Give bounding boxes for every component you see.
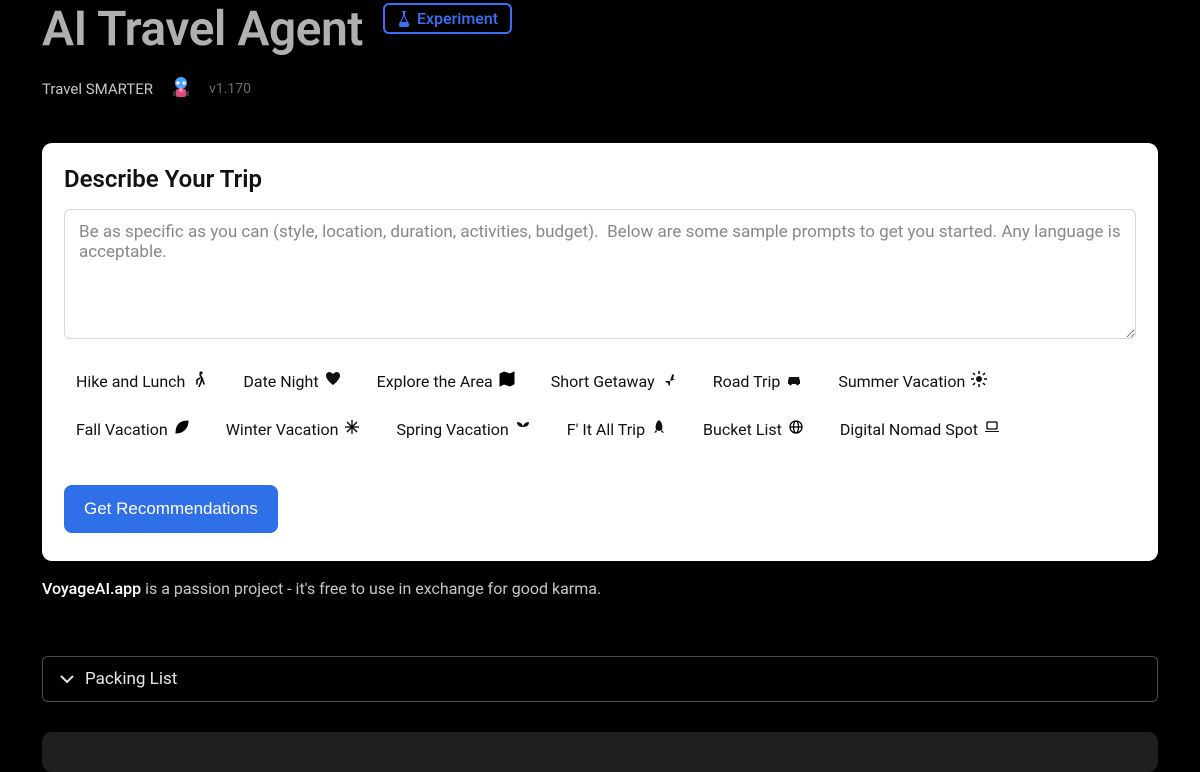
chevron-down-icon [59, 671, 75, 687]
prompt-leaf[interactable]: Fall Vacation [76, 419, 190, 439]
experiment-badge-label: Experiment [417, 9, 498, 28]
next-section-card [42, 732, 1158, 772]
prompt-map[interactable]: Explore the Area [377, 371, 515, 391]
trip-description-input[interactable] [64, 209, 1136, 339]
prompt-label: F' It All Trip [567, 420, 645, 439]
tagline: Travel SMARTER [42, 80, 153, 98]
prompt-label: Hike and Lunch [76, 372, 185, 391]
sun-icon [971, 371, 987, 391]
prompt-car[interactable]: Road Trip [713, 371, 803, 391]
heart-icon [325, 371, 341, 391]
prompt-heart[interactable]: Date Night [243, 371, 340, 391]
footer-rest: is a passion project - it's free to use … [141, 579, 601, 598]
prompt-label: Bucket List [703, 420, 782, 439]
prompt-snowflake[interactable]: Winter Vacation [226, 419, 361, 439]
prompt-globe[interactable]: Bucket List [703, 419, 804, 439]
seedling-icon [515, 419, 531, 439]
prompt-label: Date Night [243, 372, 318, 391]
experiment-badge[interactable]: Experiment [383, 3, 512, 34]
rocket-icon [651, 419, 667, 439]
get-recommendations-button[interactable]: Get Recommendations [64, 485, 278, 533]
sample-prompts: Hike and Lunch Date Night Explore the Area… [64, 371, 1136, 439]
snowflake-icon [344, 419, 360, 439]
footer-brand: VoyageAI.app [42, 579, 141, 598]
robot-icon [167, 75, 195, 103]
prompt-rocket[interactable]: F' It All Trip [567, 419, 667, 439]
hiking-icon [191, 371, 207, 391]
prompt-label: Summer Vacation [838, 372, 965, 391]
plane-icon [661, 371, 677, 391]
prompt-label: Digital Nomad Spot [840, 420, 978, 439]
prompt-label: Fall Vacation [76, 420, 168, 439]
footer-note: VoyageAI.app is a passion project - it's… [42, 579, 1158, 598]
prompt-seedling[interactable]: Spring Vacation [396, 419, 530, 439]
prompt-label: Road Trip [713, 372, 781, 391]
prompt-label: Spring Vacation [396, 420, 508, 439]
map-icon [499, 371, 515, 391]
prompt-hiking[interactable]: Hike and Lunch [76, 371, 207, 391]
leaf-icon [174, 419, 190, 439]
version-label: v1.170 [209, 81, 251, 97]
packing-list-accordion[interactable]: Packing List [42, 656, 1158, 702]
prompt-laptop[interactable]: Digital Nomad Spot [840, 419, 1000, 439]
globe-icon [788, 419, 804, 439]
page-title: AI Travel Agent [42, 0, 363, 57]
prompt-plane[interactable]: Short Getaway [551, 371, 677, 391]
prompt-label: Winter Vacation [226, 420, 339, 439]
prompt-sun[interactable]: Summer Vacation [838, 371, 987, 391]
car-icon [786, 371, 802, 391]
card-heading: Describe Your Trip [64, 165, 1136, 193]
flask-icon [397, 11, 411, 27]
describe-trip-card: Describe Your Trip Hike and Lunch Date Ni… [42, 143, 1158, 561]
prompt-label: Short Getaway [551, 372, 655, 391]
laptop-icon [984, 419, 1000, 439]
prompt-label: Explore the Area [377, 372, 493, 391]
accordion-label: Packing List [85, 669, 177, 689]
